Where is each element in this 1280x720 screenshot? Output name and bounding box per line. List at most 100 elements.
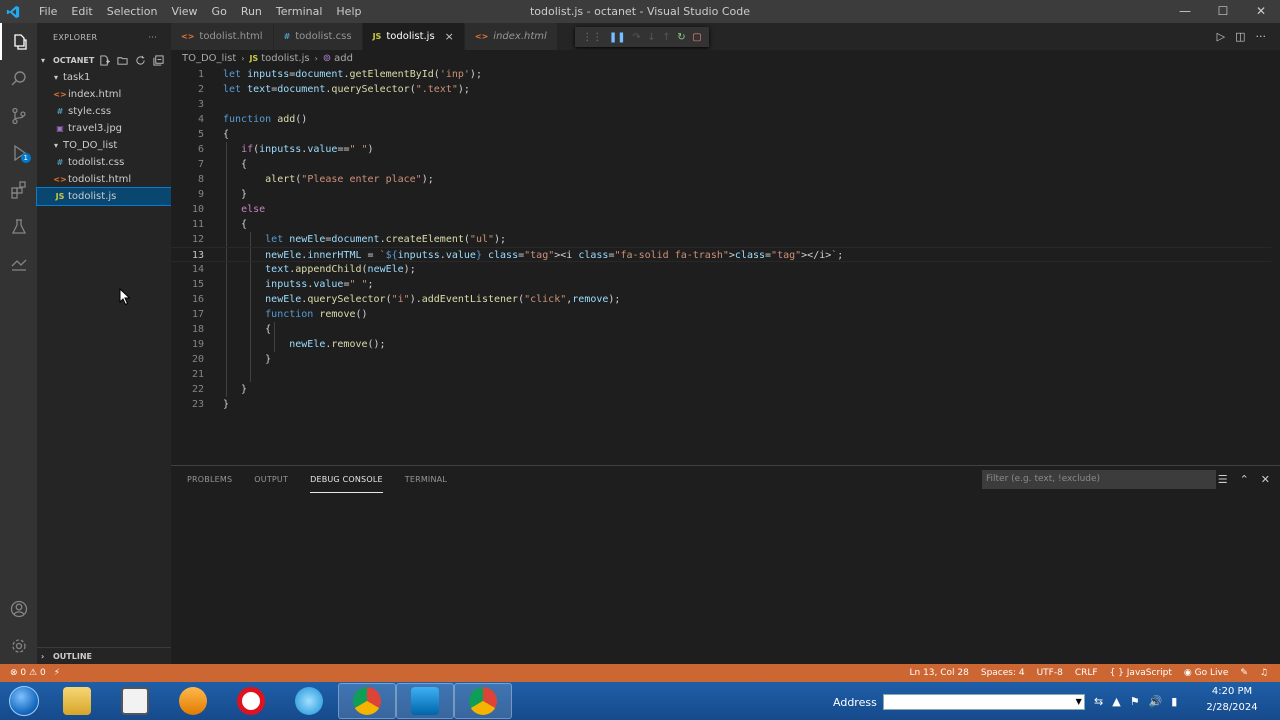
- more-actions-icon[interactable]: ···: [1256, 30, 1267, 43]
- menu-item-terminal[interactable]: Terminal: [269, 0, 330, 23]
- tab-todolist-js[interactable]: JS todolist.js ×: [362, 23, 465, 50]
- breadcrumb-folder[interactable]: TO_DO_list: [182, 53, 236, 64]
- indentation[interactable]: Spaces: 4: [981, 668, 1025, 678]
- close-window-button[interactable]: ✕: [1242, 0, 1280, 23]
- more-actions-button[interactable]: ···: [148, 33, 157, 42]
- new-file-icon[interactable]: [98, 54, 111, 67]
- new-folder-icon[interactable]: [116, 54, 129, 67]
- stop-icon[interactable]: ▢: [692, 32, 701, 43]
- panel-tab-output[interactable]: OUTPUT: [254, 466, 288, 493]
- settings-gear-icon[interactable]: [0, 627, 37, 664]
- code-line[interactable]: 2 let text=document.querySelector(".text"…: [171, 82, 1271, 97]
- problems-status[interactable]: ⊗ 0 ⚠ 0: [10, 668, 46, 678]
- menu-item-view[interactable]: View: [164, 0, 204, 23]
- encoding[interactable]: UTF-8: [1037, 668, 1063, 678]
- pause-icon[interactable]: ❚❚: [609, 32, 626, 43]
- taskbar-app-vscode[interactable]: [396, 683, 454, 719]
- taskbar-app-opera[interactable]: [222, 683, 280, 719]
- source-control-icon[interactable]: [0, 97, 37, 134]
- menu-item-edit[interactable]: Edit: [64, 0, 99, 23]
- tree-folder[interactable]: ▾ task1: [37, 69, 171, 86]
- feedback-icon[interactable]: ✎: [1240, 668, 1248, 678]
- code-line[interactable]: 14 text.appendChild(newEle);: [171, 262, 1271, 277]
- code-line[interactable]: 11 {: [171, 217, 1271, 232]
- tree-file[interactable]: # todolist.css: [37, 154, 171, 171]
- close-panel-icon[interactable]: ✕: [1261, 473, 1270, 486]
- code-line[interactable]: 15 inputss.value=" ";: [171, 277, 1271, 292]
- workspace-section[interactable]: ▾ OCTANET: [37, 51, 171, 69]
- account-icon[interactable]: [0, 590, 37, 627]
- tray-signal-icon[interactable]: ▮: [1171, 695, 1177, 708]
- search-icon[interactable]: [0, 60, 37, 97]
- tree-folder[interactable]: ▾ TO_DO_list: [37, 137, 171, 154]
- breadcrumb-file[interactable]: todolist.js: [261, 53, 309, 64]
- tree-file[interactable]: <> todolist.html: [37, 171, 171, 188]
- panel-tab-problems[interactable]: PROBLEMS: [187, 466, 232, 493]
- language-mode[interactable]: { } JavaScript: [1110, 668, 1172, 678]
- remote-icon[interactable]: [0, 245, 37, 282]
- code-line[interactable]: 1 let inputss=document.getElementById('in…: [171, 67, 1271, 82]
- restart-icon[interactable]: ↻: [677, 32, 685, 43]
- code-line[interactable]: 8 alert("Please enter place");: [171, 172, 1271, 187]
- taskbar-app-explorer[interactable]: [48, 683, 106, 719]
- close-tab-icon[interactable]: ×: [445, 30, 454, 43]
- breadcrumb-symbol[interactable]: add: [334, 53, 353, 64]
- taskbar-app-calculator[interactable]: [106, 683, 164, 719]
- minimize-button[interactable]: —: [1166, 0, 1204, 23]
- code-line[interactable]: 20 }: [171, 352, 1271, 367]
- menu-item-file[interactable]: File: [32, 0, 64, 23]
- menu-item-run[interactable]: Run: [234, 0, 269, 23]
- code-line[interactable]: 16 newEle.querySelector("i").addEventLis…: [171, 292, 1271, 307]
- tab-index-html[interactable]: <> index.html: [464, 23, 558, 50]
- code-line[interactable]: 19 newEle.remove();: [171, 337, 1271, 352]
- outline-section[interactable]: › OUTLINE: [37, 647, 171, 664]
- tree-file[interactable]: ▣ travel3.jpg: [37, 120, 171, 137]
- run-debug-icon[interactable]: 1: [0, 134, 37, 171]
- tab-todolist-html[interactable]: <> todolist.html: [171, 23, 274, 50]
- clear-console-icon[interactable]: ☰: [1218, 473, 1228, 486]
- testing-icon[interactable]: [0, 208, 37, 245]
- line-ending[interactable]: CRLF: [1075, 668, 1098, 678]
- code-line[interactable]: 6 if(inputss.value==" "): [171, 142, 1271, 157]
- tray-action-center-icon[interactable]: ⚑: [1130, 695, 1140, 708]
- step-into-icon[interactable]: ↓: [647, 32, 655, 43]
- tray-volume-icon[interactable]: 🔊: [1149, 695, 1163, 708]
- code-line[interactable]: 7 {: [171, 157, 1271, 172]
- taskbar-app-chrome[interactable]: [338, 683, 396, 719]
- code-line[interactable]: 23}: [171, 397, 1271, 412]
- run-file-icon[interactable]: ▷: [1217, 30, 1225, 43]
- code-line[interactable]: 10 else: [171, 202, 1271, 217]
- debug-launch-icon[interactable]: ⚡: [54, 668, 60, 678]
- explorer-icon[interactable]: [0, 23, 37, 60]
- menu-item-go[interactable]: Go: [205, 0, 234, 23]
- code-line[interactable]: 21: [171, 367, 1271, 382]
- tray-network-switch-icon[interactable]: ⇆: [1094, 695, 1103, 708]
- go-live-button[interactable]: ◉ Go Live: [1184, 668, 1228, 678]
- code-line[interactable]: 12 let newEle=document.createElement("ul…: [171, 232, 1271, 247]
- tree-file[interactable]: <> index.html: [37, 86, 171, 103]
- code-line[interactable]: 22 }: [171, 382, 1271, 397]
- debug-filter-input[interactable]: Filter (e.g. text, !exclude): [982, 470, 1216, 489]
- code-line[interactable]: 18 {: [171, 322, 1271, 337]
- maximize-panel-icon[interactable]: ⌃: [1240, 473, 1249, 486]
- taskbar-app-chrome-2[interactable]: [454, 683, 512, 719]
- menu-item-help[interactable]: Help: [329, 0, 368, 23]
- taskbar-app-ie[interactable]: [280, 683, 338, 719]
- split-editor-icon[interactable]: ◫: [1235, 30, 1245, 43]
- tree-file[interactable]: # style.css: [37, 103, 171, 120]
- step-over-icon[interactable]: ↷: [632, 32, 640, 43]
- tree-file[interactable]: JS todolist.js: [36, 187, 172, 206]
- code-line[interactable]: 13 newEle.innerHTML = `${inputss.value} …: [171, 247, 1271, 262]
- tab-todolist-css[interactable]: # todolist.css: [273, 23, 363, 50]
- collapse-all-icon[interactable]: [152, 54, 165, 67]
- panel-tab-debug-console[interactable]: DEBUG CONSOLE: [310, 466, 383, 493]
- menu-item-selection[interactable]: Selection: [100, 0, 165, 23]
- address-input[interactable]: ▼: [882, 694, 1085, 710]
- code-line[interactable]: 9 }: [171, 187, 1271, 202]
- maximize-button[interactable]: ☐: [1204, 0, 1242, 23]
- drag-handle-icon[interactable]: ⋮⋮: [582, 32, 602, 43]
- start-button[interactable]: [0, 682, 48, 720]
- code-line[interactable]: 17 function remove(): [171, 307, 1271, 322]
- code-line[interactable]: 3: [171, 97, 1271, 112]
- step-out-icon[interactable]: ↑: [662, 32, 670, 43]
